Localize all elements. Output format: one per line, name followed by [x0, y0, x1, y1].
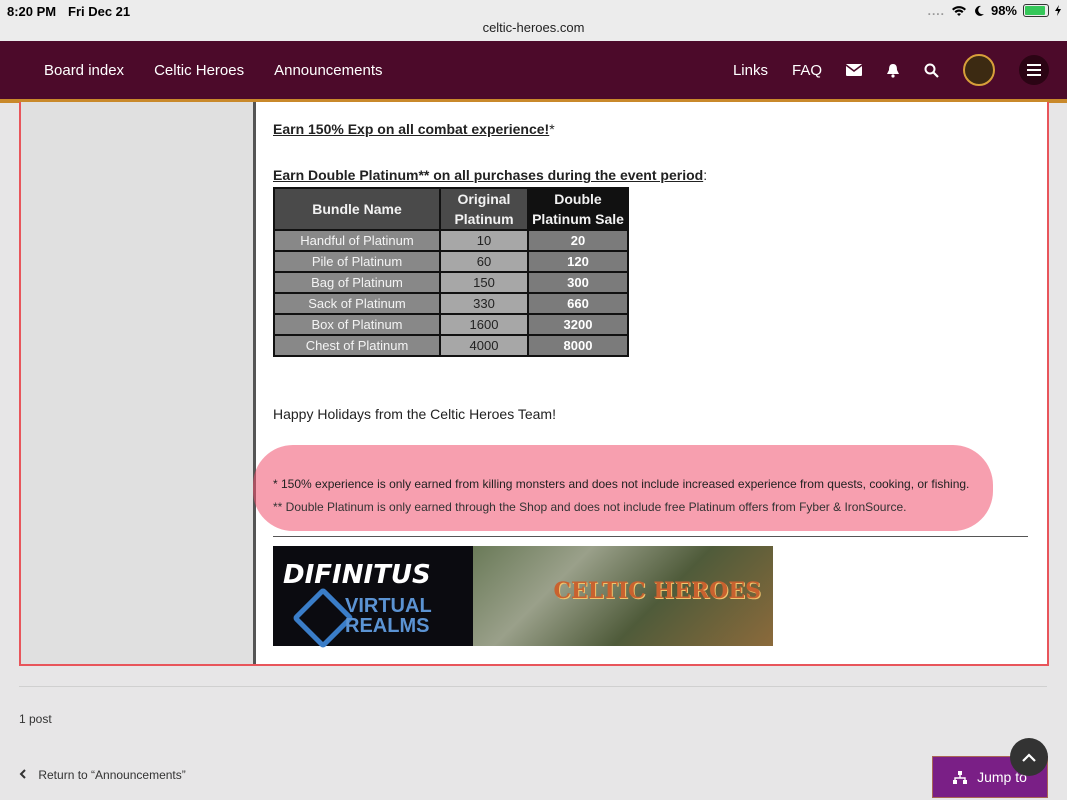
table-cell: Box of Platinum [273, 313, 441, 336]
table-cell: 660 [527, 292, 629, 315]
platinum-table: Bundle Name Original Platinum Double Pla… [273, 187, 629, 357]
table-cell: Chest of Platinum [273, 334, 441, 357]
footnote-platinum: ** Double Platinum is only earned throug… [273, 500, 907, 514]
status-indicators: .... 98% [928, 3, 1061, 18]
chevron-up-icon [1022, 752, 1036, 762]
table-row: Bag of Platinum 150 300 [273, 271, 629, 294]
breadcrumb: Board index Celtic Heroes Announcements [44, 41, 383, 99]
exp-bonus-line: Earn 150% Exp on all combat experience!* [273, 121, 555, 137]
battery-percent: 98% [990, 3, 1017, 18]
battery-icon [1023, 4, 1049, 17]
links-link[interactable]: Links [733, 62, 768, 79]
exp-bonus-suffix: * [549, 121, 555, 137]
logo-text-difinitus: DIFINITUS [283, 560, 431, 590]
platinum-bonus-text: Earn Double Platinum** on all purchases … [273, 167, 704, 183]
sitemap-icon [953, 770, 968, 784]
footer-divider [19, 686, 1047, 687]
footnote-experience: * 150% experience is only earned from ki… [273, 477, 970, 491]
table-cell: 120 [527, 250, 629, 273]
breadcrumb-celtic-heroes[interactable]: Celtic Heroes [154, 62, 244, 79]
table-header: Double Platinum Sale [527, 187, 629, 231]
back-to-top-button[interactable] [1010, 738, 1048, 776]
logo-text-realms: REALMS [345, 615, 430, 637]
table-header: Bundle Name [273, 187, 441, 231]
return-link-label: Return to “Announcements” [38, 768, 186, 782]
faq-link[interactable]: FAQ [792, 62, 822, 79]
table-header-row: Bundle Name Original Platinum Double Pla… [273, 187, 629, 231]
breadcrumb-board-index[interactable]: Board index [44, 62, 124, 79]
table-cell: 300 [527, 271, 629, 294]
table-cell: 150 [439, 271, 529, 294]
signal-dots: .... [927, 3, 945, 18]
table-cell: 10 [439, 229, 529, 252]
browser-status-bar: 8:20 PM Fri Dec 21 celtic-heroes.com ...… [0, 0, 1067, 41]
post-count: 1 post [19, 712, 52, 726]
table-cell: 60 [439, 250, 529, 273]
table-cell: 3200 [527, 313, 629, 336]
table-cell: Sack of Platinum [273, 292, 441, 315]
table-row: Pile of Platinum 60 120 [273, 250, 629, 273]
post-author-column [21, 102, 256, 664]
breadcrumb-announcements[interactable]: Announcements [274, 62, 382, 79]
table-cell: Pile of Platinum [273, 250, 441, 273]
table-cell: 330 [439, 292, 529, 315]
table-row: Box of Platinum 1600 3200 [273, 313, 629, 336]
table-row: Chest of Platinum 4000 8000 [273, 334, 629, 357]
search-icon[interactable] [924, 63, 939, 78]
table-row: Sack of Platinum 330 660 [273, 292, 629, 315]
return-link[interactable]: Return to “Announcements” [19, 768, 186, 782]
logo-text-virtual-realms: VIRTUAL REALMS [345, 596, 432, 636]
exp-bonus-text: Earn 150% Exp on all combat experience! [273, 121, 550, 137]
address-bar-url[interactable]: celtic-heroes.com [0, 20, 1067, 35]
moon-icon [973, 5, 985, 17]
table-row: Handful of Platinum 10 20 [273, 229, 629, 252]
forum-navbar: Board index Celtic Heroes Announcements … [0, 41, 1067, 103]
game-artwork: CELTIC HEROES [473, 546, 773, 646]
platinum-bonus-suffix: : [703, 167, 708, 183]
platinum-bonus-line: Earn Double Platinum** on all purchases … [273, 167, 707, 183]
holidays-message: Happy Holidays from the Celtic Heroes Te… [273, 406, 556, 422]
status-date: Fri Dec 21 [68, 4, 131, 19]
table-cell: 4000 [439, 334, 529, 357]
hamburger-menu-icon[interactable] [1019, 55, 1049, 85]
bell-icon[interactable] [886, 63, 900, 78]
table-cell: 20 [527, 229, 629, 252]
table-header: Original Platinum [439, 187, 529, 231]
celtic-heroes-logo: CELTIC HEROES [553, 578, 761, 604]
nav-actions: Links FAQ [733, 41, 1049, 99]
post-container: Earn 150% Exp on all combat experience!*… [19, 102, 1049, 666]
signature-banner: DIFINITUS VIRTUAL REALMS CELTIC HEROES [273, 546, 773, 650]
table-cell: 1600 [439, 313, 529, 336]
table-cell: Bag of Platinum [273, 271, 441, 294]
logo-text-virtual: VIRTUAL [345, 595, 432, 617]
charging-icon [1055, 5, 1061, 16]
envelope-icon[interactable] [846, 64, 862, 76]
user-avatar[interactable] [963, 54, 995, 86]
chevron-left-icon [19, 769, 27, 779]
wifi-icon [951, 5, 967, 17]
status-time: 8:20 PM [7, 4, 57, 19]
difinitus-logo: DIFINITUS VIRTUAL REALMS [273, 546, 473, 650]
table-cell: Handful of Platinum [273, 229, 441, 252]
table-cell: 8000 [527, 334, 629, 357]
signature-divider [273, 536, 1028, 537]
